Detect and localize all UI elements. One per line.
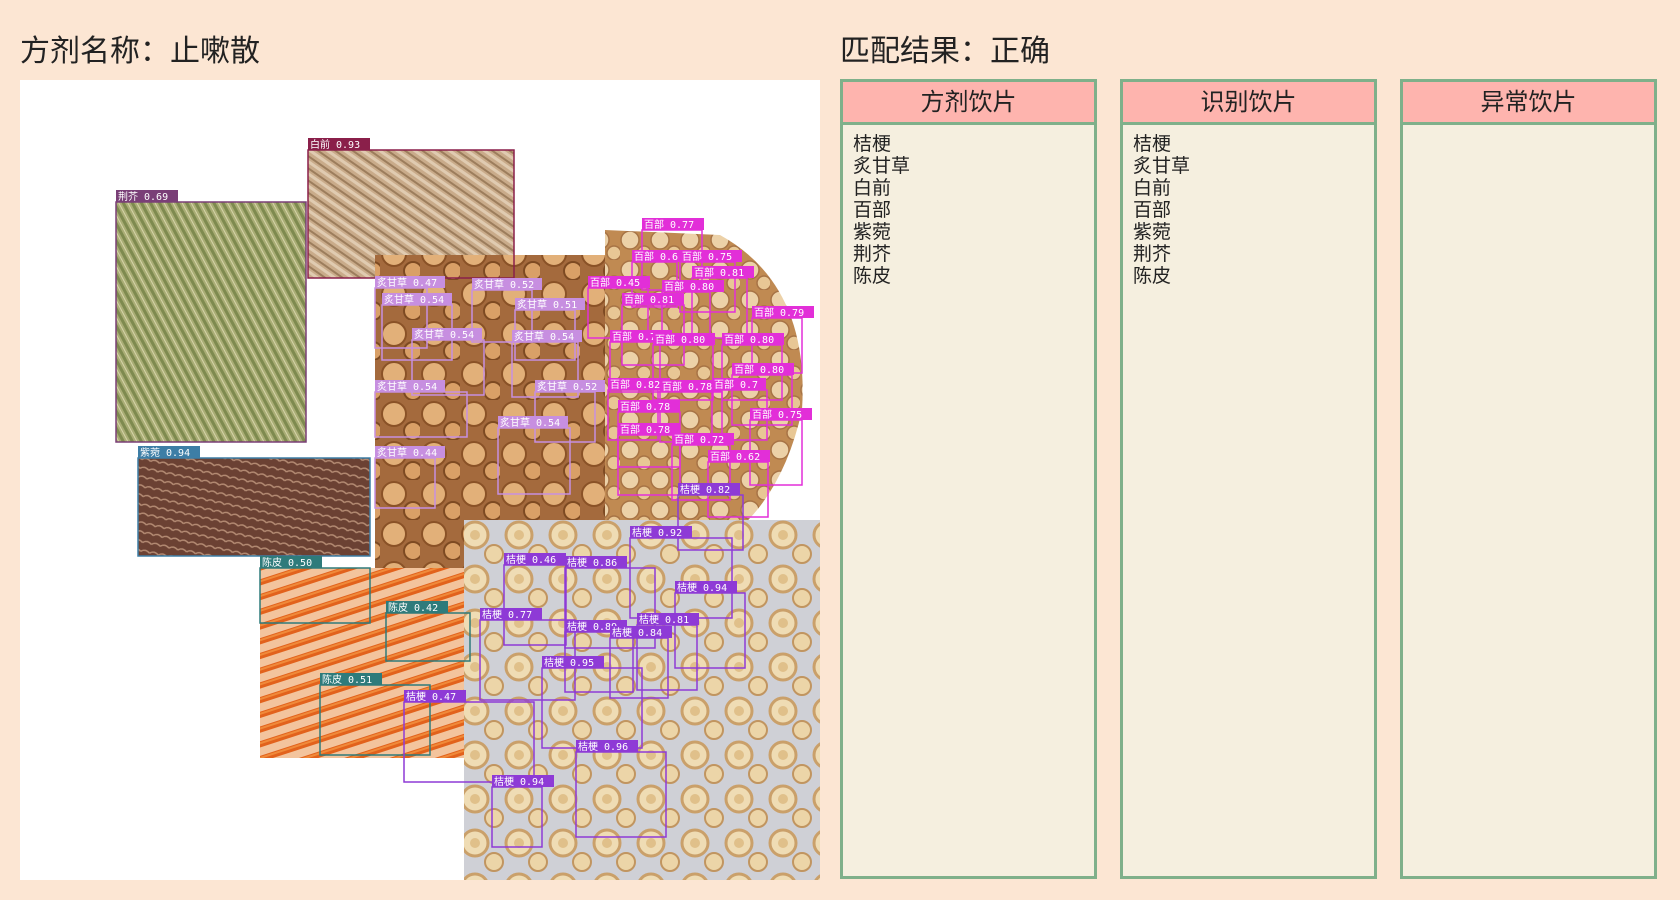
photo-jingjie xyxy=(116,202,306,442)
detection-label: 百部 0.75 xyxy=(752,408,802,421)
formula-herbs-header: 方剂饮片 xyxy=(843,82,1094,125)
photo-chenpi xyxy=(260,568,470,758)
recognized-herbs-panel: 识别饮片 桔梗 炙甘草 白前 百部 紫菀 荆芥 陈皮 xyxy=(1120,79,1377,879)
formula-herbs-panel: 方剂饮片 桔梗 炙甘草 白前 百部 紫菀 荆芥 陈皮 xyxy=(840,79,1097,879)
herb-list-item: 炙甘草 xyxy=(853,155,911,177)
detection-label: 陈皮 0.51 xyxy=(322,673,372,686)
detection-label: 百部 0.78 xyxy=(620,423,670,436)
recognized-herbs-list: 桔梗 炙甘草 白前 百部 紫菀 荆芥 陈皮 xyxy=(1123,125,1374,295)
abnormal-herbs-header: 异常饮片 xyxy=(1403,82,1654,125)
detection-label: 桔梗 0.47 xyxy=(406,690,456,703)
herb-list-item: 荆芥 xyxy=(853,243,892,265)
detection-label: 炙甘草 0.51 xyxy=(517,298,577,311)
detection-label: 百部 0.77 xyxy=(644,218,694,231)
herb-list-item: 百部 xyxy=(1133,199,1172,221)
match-result-title: 匹配结果：正确 xyxy=(840,34,1050,69)
herb-list-item: 紫菀 xyxy=(1133,221,1172,243)
detection-label: 炙甘草 0.52 xyxy=(537,380,597,393)
detection-label: 紫菀 0.94 xyxy=(140,447,190,459)
detection-label: 桔梗 0.94 xyxy=(677,581,727,594)
detection-label: 桔梗 0.96 xyxy=(578,740,628,753)
detection-label: 百部 0.78 xyxy=(620,400,670,413)
abnormal-herbs-list xyxy=(1403,125,1654,141)
detection-label: 桔梗 0.46 xyxy=(506,553,556,566)
herb-list-item: 陈皮 xyxy=(853,265,892,287)
detection-label: 桔梗 0.77 xyxy=(482,608,532,621)
detection-label: 百部 0.81 xyxy=(694,266,744,279)
detection-label: 百部 0.62 xyxy=(710,450,760,463)
detection-label: 百部 0.80 xyxy=(655,333,705,346)
recognized-herbs-header: 识别饮片 xyxy=(1123,82,1374,125)
detection-label: 炙甘草 0.47 xyxy=(377,276,437,289)
herb-list-item: 炙甘草 xyxy=(1133,155,1191,177)
detection-label: 百部 0.78 xyxy=(662,380,712,393)
formula-herbs-list: 桔梗 炙甘草 白前 百部 紫菀 荆芥 陈皮 xyxy=(843,125,1094,295)
herb-list-item: 桔梗 xyxy=(1133,133,1172,155)
detection-label: 桔梗 0.95 xyxy=(544,656,594,669)
detection-label: 炙甘草 0.54 xyxy=(377,380,437,393)
herb-list-item: 百部 xyxy=(853,199,892,221)
detection-label: 百部 0.80 xyxy=(724,333,774,346)
detection-label: 桔梗 0.92 xyxy=(632,526,682,539)
detection-label: 炙甘草 0.54 xyxy=(514,330,574,343)
herb-list-item: 紫菀 xyxy=(853,221,892,243)
detection-label: 荆芥 0.69 xyxy=(118,190,168,203)
detection-label: 桔梗 0.81 xyxy=(639,613,689,626)
detection-label: 桔梗 0.82 xyxy=(680,483,730,496)
detection-image: 荆芥 0.69 白前 0.93 紫菀 0.94 炙甘草 0.47 炙甘草 0.52 炙甘草… xyxy=(20,80,820,880)
abnormal-herbs-panel: 异常饮片 xyxy=(1400,79,1657,879)
detection-label: 百部 0.80 xyxy=(664,280,714,293)
detection-label: 陈皮 0.50 xyxy=(262,556,312,569)
detection-label: 炙甘草 0.52 xyxy=(474,278,534,291)
photo-ziwan xyxy=(138,458,370,556)
herb-list-item: 荆芥 xyxy=(1133,243,1172,265)
detection-label: 桔梗 0.94 xyxy=(494,775,544,788)
herb-list-item: 白前 xyxy=(1133,177,1172,199)
herb-list-item: 桔梗 xyxy=(853,133,892,155)
formula-name-title: 方剂名称：止嗽散 xyxy=(20,34,260,69)
detection-label: 百部 0.45 xyxy=(590,276,640,289)
detection-label: 陈皮 0.42 xyxy=(388,601,438,614)
detection-label: 桔梗 0.89 xyxy=(567,620,617,633)
detection-label: 炙甘草 0.54 xyxy=(500,416,560,429)
detection-label: 百部 0.7 xyxy=(714,378,758,391)
detection-label: 白前 0.93 xyxy=(310,138,360,151)
detection-label: 百部 0.80 xyxy=(734,363,784,376)
detection-label: 炙甘草 0.54 xyxy=(384,293,444,306)
herb-list-item: 陈皮 xyxy=(1133,265,1172,287)
detection-label: 炙甘草 0.44 xyxy=(377,446,437,459)
detection-label: 桔梗 0.84 xyxy=(612,626,662,639)
detection-label: 百部 0.79 xyxy=(754,306,804,319)
detection-label: 桔梗 0.86 xyxy=(567,556,617,569)
detection-label: 百部 0.6 xyxy=(634,250,678,263)
detection-label: 炙甘草 0.54 xyxy=(414,328,474,341)
detection-label: 百部 0.75 xyxy=(682,250,732,263)
herb-list-item: 白前 xyxy=(853,177,892,199)
detection-label: 百部 0.82 xyxy=(610,378,660,391)
detection-label: 百部 0.72 xyxy=(674,433,724,446)
detection-label: 百部 0.81 xyxy=(624,293,674,306)
